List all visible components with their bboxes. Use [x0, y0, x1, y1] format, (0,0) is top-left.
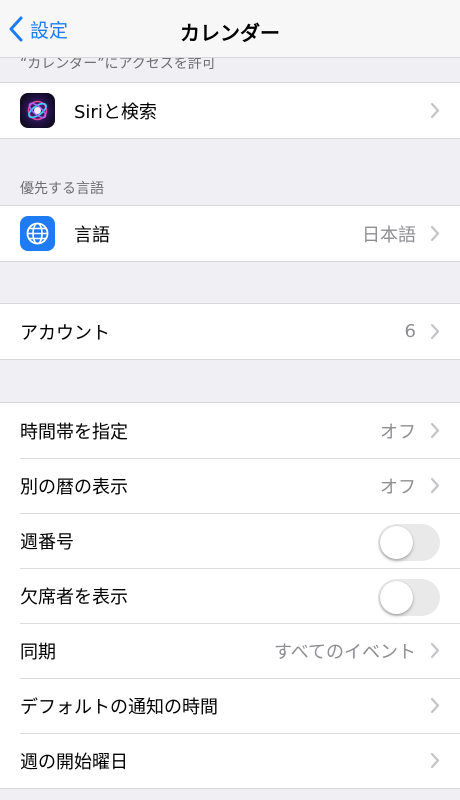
language-value: 日本語 [362, 224, 416, 246]
timezone-override-row[interactable]: 時間帯を指定 オフ [0, 403, 460, 458]
siri-search-label: Siriと検索 [74, 101, 157, 123]
show-declined-row: 欠席者を表示 [0, 568, 460, 623]
default-alert-times-label: デフォルトの通知の時間 [20, 696, 218, 718]
toggle-knob [380, 581, 413, 614]
chevron-right-icon [430, 642, 440, 659]
timezone-override-label: 時間帯を指定 [20, 421, 128, 443]
alternate-calendar-value: オフ [380, 476, 416, 498]
timezone-override-value: オフ [380, 421, 416, 443]
siri-group: Siriと検索 [0, 82, 460, 139]
calendar-settings-group: 時間帯を指定 オフ 別の暦の表示 オフ 週番号 欠席者を表示 同期 すべてのイベ… [0, 402, 460, 789]
chevron-right-icon [430, 323, 440, 340]
language-row[interactable]: 言語 日本語 [0, 206, 460, 261]
page-title: カレンダー [180, 21, 280, 45]
siri-search-row[interactable]: Siriと検索 [0, 83, 460, 138]
sync-row[interactable]: 同期 すべてのイベント [0, 623, 460, 678]
week-start-label: 週の開始曜日 [20, 751, 128, 773]
chevron-right-icon [430, 752, 440, 769]
week-start-row[interactable]: 週の開始曜日 [0, 733, 460, 788]
sync-value: すべてのイベント [273, 641, 416, 663]
week-numbers-label: 週番号 [20, 531, 74, 553]
week-numbers-toggle[interactable] [378, 524, 440, 561]
show-declined-toggle[interactable] [378, 579, 440, 616]
accounts-label: アカウント [20, 322, 110, 344]
alternate-calendar-label: 別の暦の表示 [20, 476, 128, 498]
language-section-header: 優先する言語 [20, 181, 104, 197]
globe-icon [20, 216, 55, 251]
chevron-right-icon [430, 422, 440, 439]
show-declined-label: 欠席者を表示 [20, 586, 128, 608]
default-alert-times-row[interactable]: デフォルトの通知の時間 [0, 678, 460, 733]
week-numbers-row: 週番号 [0, 513, 460, 568]
siri-icon [20, 93, 55, 128]
language-label: 言語 [74, 224, 110, 246]
accounts-count: 6 [404, 321, 416, 342]
chevron-right-icon [430, 697, 440, 714]
language-group: 言語 日本語 [0, 205, 460, 262]
chevron-right-icon [430, 477, 440, 494]
chevron-right-icon [430, 225, 440, 242]
navigation-bar: 設定 カレンダー [0, 0, 460, 58]
sync-label: 同期 [20, 641, 56, 663]
access-section-header: “カレンダー”にアクセスを許可 [20, 58, 216, 72]
accounts-group: アカウント 6 [0, 303, 460, 360]
accounts-row[interactable]: アカウント 6 [0, 304, 460, 359]
toggle-knob [380, 526, 413, 559]
chevron-right-icon [430, 102, 440, 119]
alternate-calendar-row[interactable]: 別の暦の表示 オフ [0, 458, 460, 513]
